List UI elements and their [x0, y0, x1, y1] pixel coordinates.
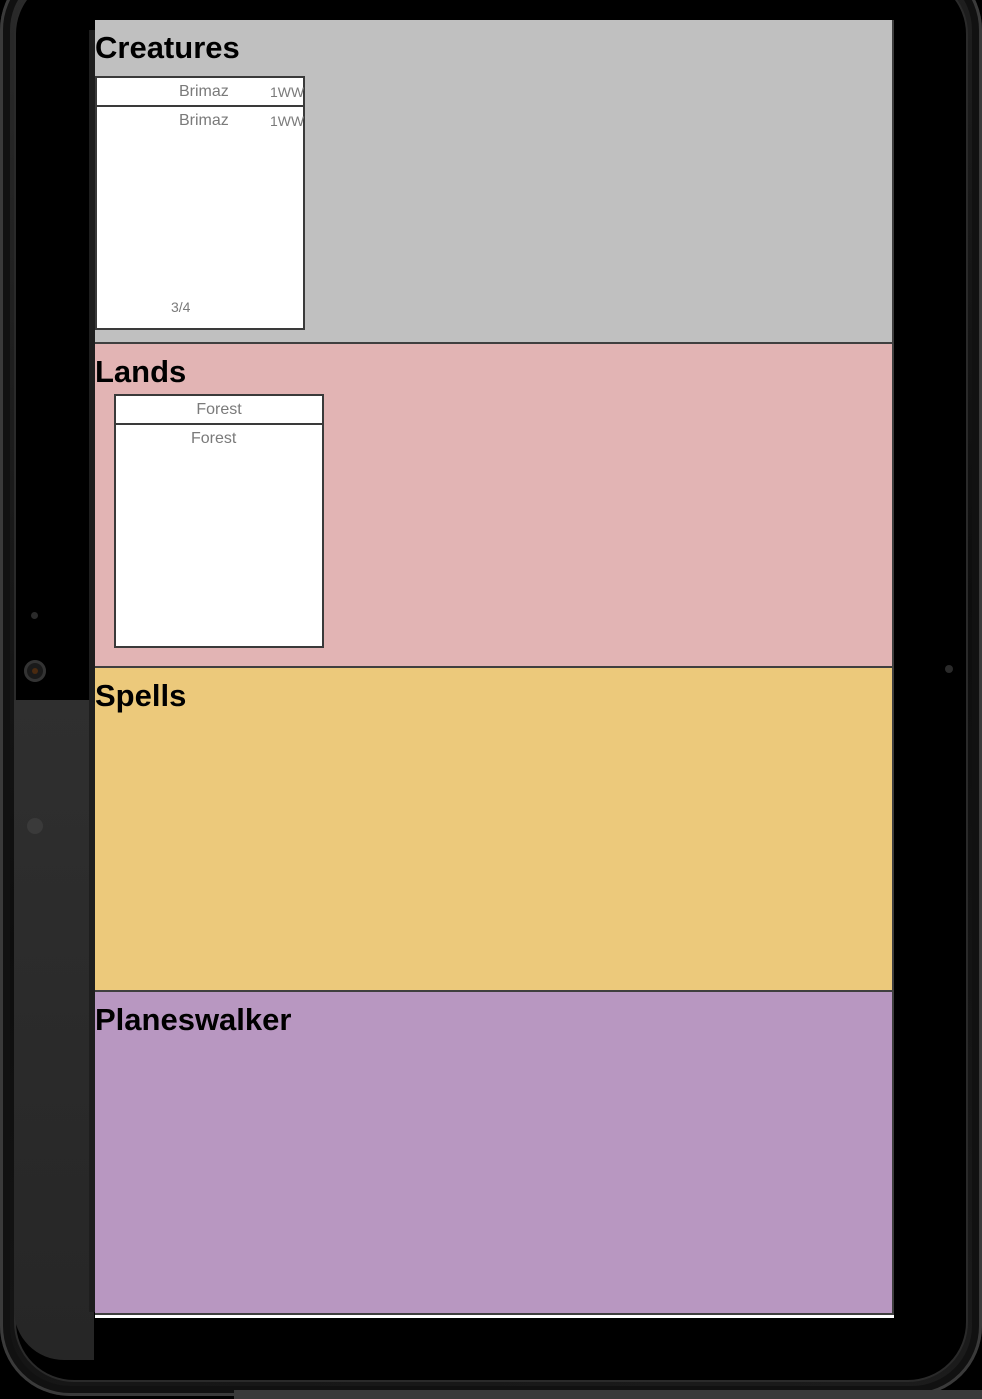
card-name: Brimaz — [179, 112, 229, 129]
board-screen: Creatures Brimaz 1WW Brimaz 1WW 3/4 Land… — [95, 20, 894, 1318]
card-name: Forest — [191, 430, 237, 447]
card-header-cost: 1WW — [270, 84, 305, 100]
card-header-name: Brimaz — [179, 83, 229, 100]
bezel-reflection — [14, 700, 94, 1360]
card-header: Forest — [116, 396, 322, 425]
front-camera-icon — [24, 660, 46, 682]
spells-zone[interactable]: Spells — [95, 668, 894, 992]
zone-title: Lands — [95, 354, 187, 389]
card-power-toughness: 3/4 — [171, 299, 191, 315]
creatures-zone[interactable]: Creatures Brimaz 1WW Brimaz 1WW 3/4 — [95, 20, 894, 344]
sensor-icon — [31, 612, 38, 619]
card-header: Brimaz 1WW — [97, 78, 305, 107]
creature-card[interactable]: Brimaz 1WW Brimaz 1WW 3/4 — [95, 76, 305, 330]
lands-zone[interactable]: Lands Forest Forest — [95, 344, 894, 668]
zone-title: Planeswalker — [95, 1002, 292, 1037]
zone-title: Creatures — [95, 30, 240, 65]
card-header-name: Forest — [196, 401, 242, 418]
device-edge — [234, 1390, 982, 1399]
land-card[interactable]: Forest Forest — [114, 394, 324, 648]
sensor-icon — [945, 665, 953, 673]
card-cost: 1WW — [270, 113, 305, 129]
light-sensor-icon — [27, 818, 43, 834]
zone-title: Spells — [95, 678, 187, 713]
planeswalker-zone[interactable]: Planeswalker — [95, 992, 894, 1315]
